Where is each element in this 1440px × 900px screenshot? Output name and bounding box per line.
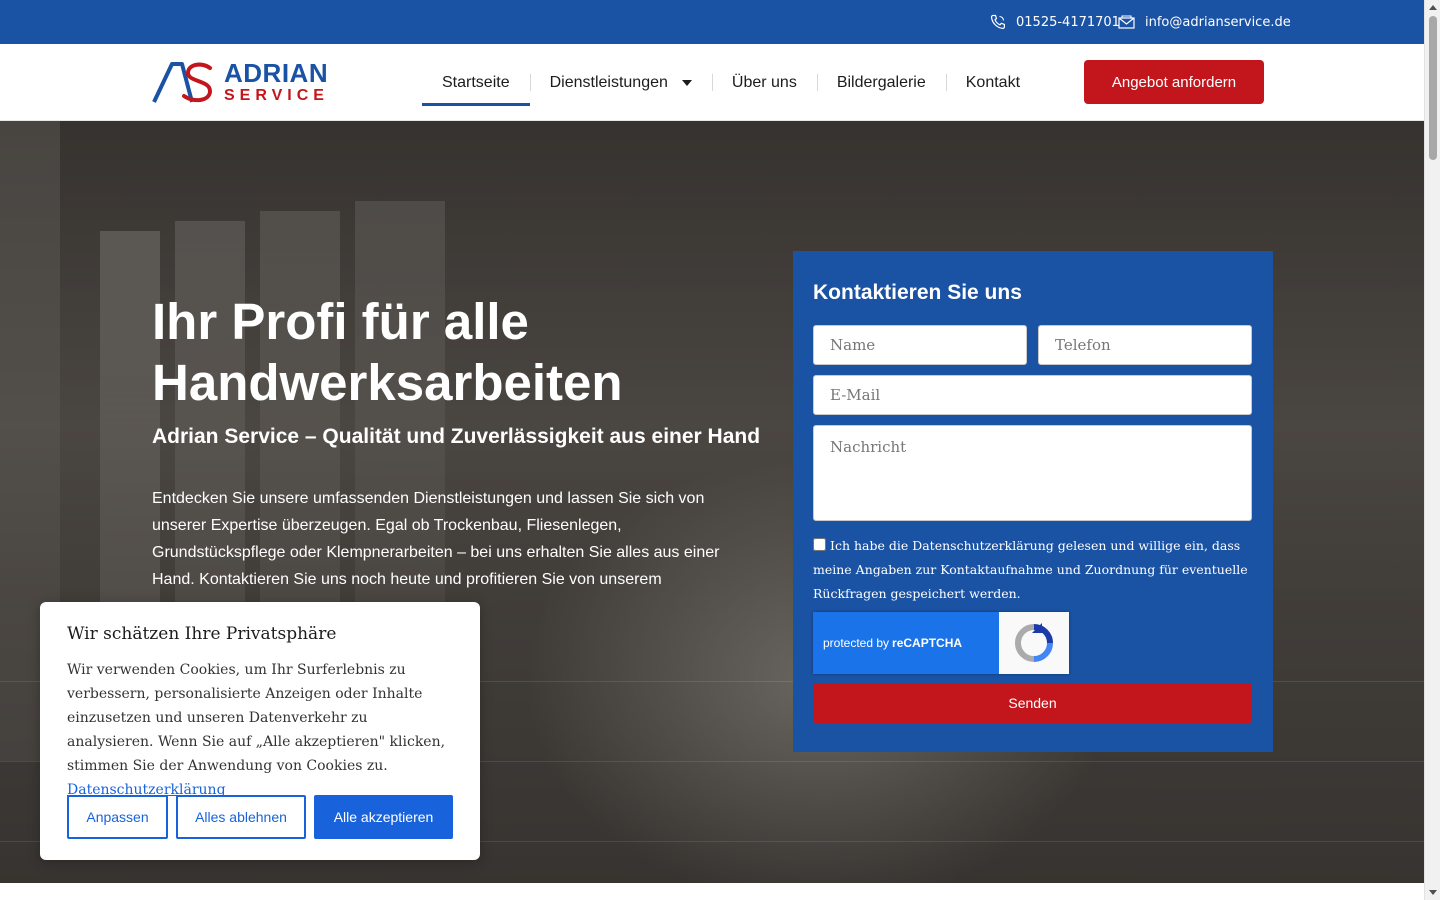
logo-monogram-icon: [152, 62, 213, 103]
topbar-email-text: info@adrianservice.de: [1145, 14, 1291, 30]
consent-row: Ich habe die Datenschutzerklärung gelese…: [813, 534, 1253, 606]
cookie-description: Wir verwenden Cookies, um Ihr Surferlebn…: [67, 662, 446, 774]
hero-description: Entdecken Sie unsere umfassenden Dienstl…: [152, 490, 720, 588]
message-textarea[interactable]: [813, 425, 1252, 521]
topbar-phone[interactable]: 01525-4171701: [990, 0, 1120, 44]
email-input[interactable]: [813, 375, 1252, 415]
request-quote-button[interactable]: Angebot anfordern: [1084, 60, 1264, 104]
cookie-reject-button[interactable]: Alles ablehnen: [176, 795, 306, 839]
envelope-icon: [1118, 15, 1135, 29]
logo-line-1: ADRIAN: [224, 58, 329, 88]
recaptcha-brand: reCAPTCHA: [892, 636, 963, 650]
phone-input[interactable]: [1038, 325, 1252, 365]
cookie-customize-button[interactable]: Anpassen: [67, 795, 168, 839]
nav-item-label: Bildergalerie: [836, 73, 926, 91]
recaptcha-badge[interactable]: protected by reCAPTCHA: [813, 612, 1069, 674]
main-nav: Startseite Dienstleistungen Über uns Bil…: [422, 44, 1040, 121]
nav-item-ueber-uns[interactable]: Über uns: [711, 44, 817, 121]
cookie-text-block: Wir verwenden Cookies, um Ihr Surferlebn…: [67, 658, 457, 802]
scrollbar-thumb[interactable]: [1429, 16, 1437, 160]
caret-down-icon: [681, 79, 692, 86]
nav-item-label: Dienstleistungen: [549, 73, 668, 91]
recaptcha-logo: [999, 612, 1069, 674]
nav-item-dienstleistungen[interactable]: Dienstleistungen: [529, 44, 712, 121]
phone-icon: [990, 14, 1005, 30]
topbar-phone-text: 01525-4171701: [1016, 14, 1120, 30]
cookie-title: Wir schätzen Ihre Privatsphäre: [67, 624, 337, 644]
cookie-accept-button[interactable]: Alle akzeptieren: [314, 795, 453, 839]
recaptcha-prefix: protected by: [823, 636, 890, 650]
consent-text: Ich habe die Datenschutzerklärung gelese…: [813, 538, 1248, 601]
recaptcha-label: protected by reCAPTCHA: [813, 612, 999, 674]
scroll-up-arrow-icon[interactable]: [1429, 5, 1437, 10]
cookie-consent-banner: Wir schätzen Ihre Privatsphäre Wir verwe…: [40, 602, 480, 860]
nav-item-label: Über uns: [731, 73, 797, 91]
nav-item-kontakt[interactable]: Kontakt: [945, 44, 1040, 121]
logo-line-2: SERVICE: [224, 87, 329, 104]
scroll-down-arrow-icon[interactable]: [1429, 890, 1437, 895]
nav-item-bildergalerie[interactable]: Bildergalerie: [816, 44, 946, 121]
top-contact-bar: 01525-4171701 info@adrianservice.de: [0, 0, 1424, 44]
site-header: ADRIAN SERVICE Startseite Dienstleistung…: [0, 44, 1424, 121]
nav-item-label: Startseite: [442, 73, 510, 91]
send-button[interactable]: Senden: [813, 683, 1252, 723]
hero-subtitle: Adrian Service – Qualität und Zuverlässi…: [152, 425, 761, 448]
name-input[interactable]: [813, 325, 1027, 365]
consent-checkbox[interactable]: [813, 538, 826, 551]
hero-title: Ihr Profi für alle Handwerksarbeiten: [152, 293, 623, 411]
form-title: Kontaktieren Sie uns: [813, 281, 1022, 304]
contact-form: Kontaktieren Sie uns Ich habe die Datens…: [793, 251, 1273, 752]
page-scrollbar[interactable]: [1424, 0, 1440, 900]
topbar-email[interactable]: info@adrianservice.de: [1118, 0, 1291, 44]
recaptcha-icon: [1015, 623, 1053, 662]
nav-item-startseite[interactable]: Startseite: [422, 44, 530, 121]
site-logo[interactable]: ADRIAN SERVICE: [152, 58, 342, 106]
nav-item-label: Kontakt: [965, 73, 1021, 91]
logo-wordmark: ADRIAN SERVICE: [224, 60, 329, 104]
